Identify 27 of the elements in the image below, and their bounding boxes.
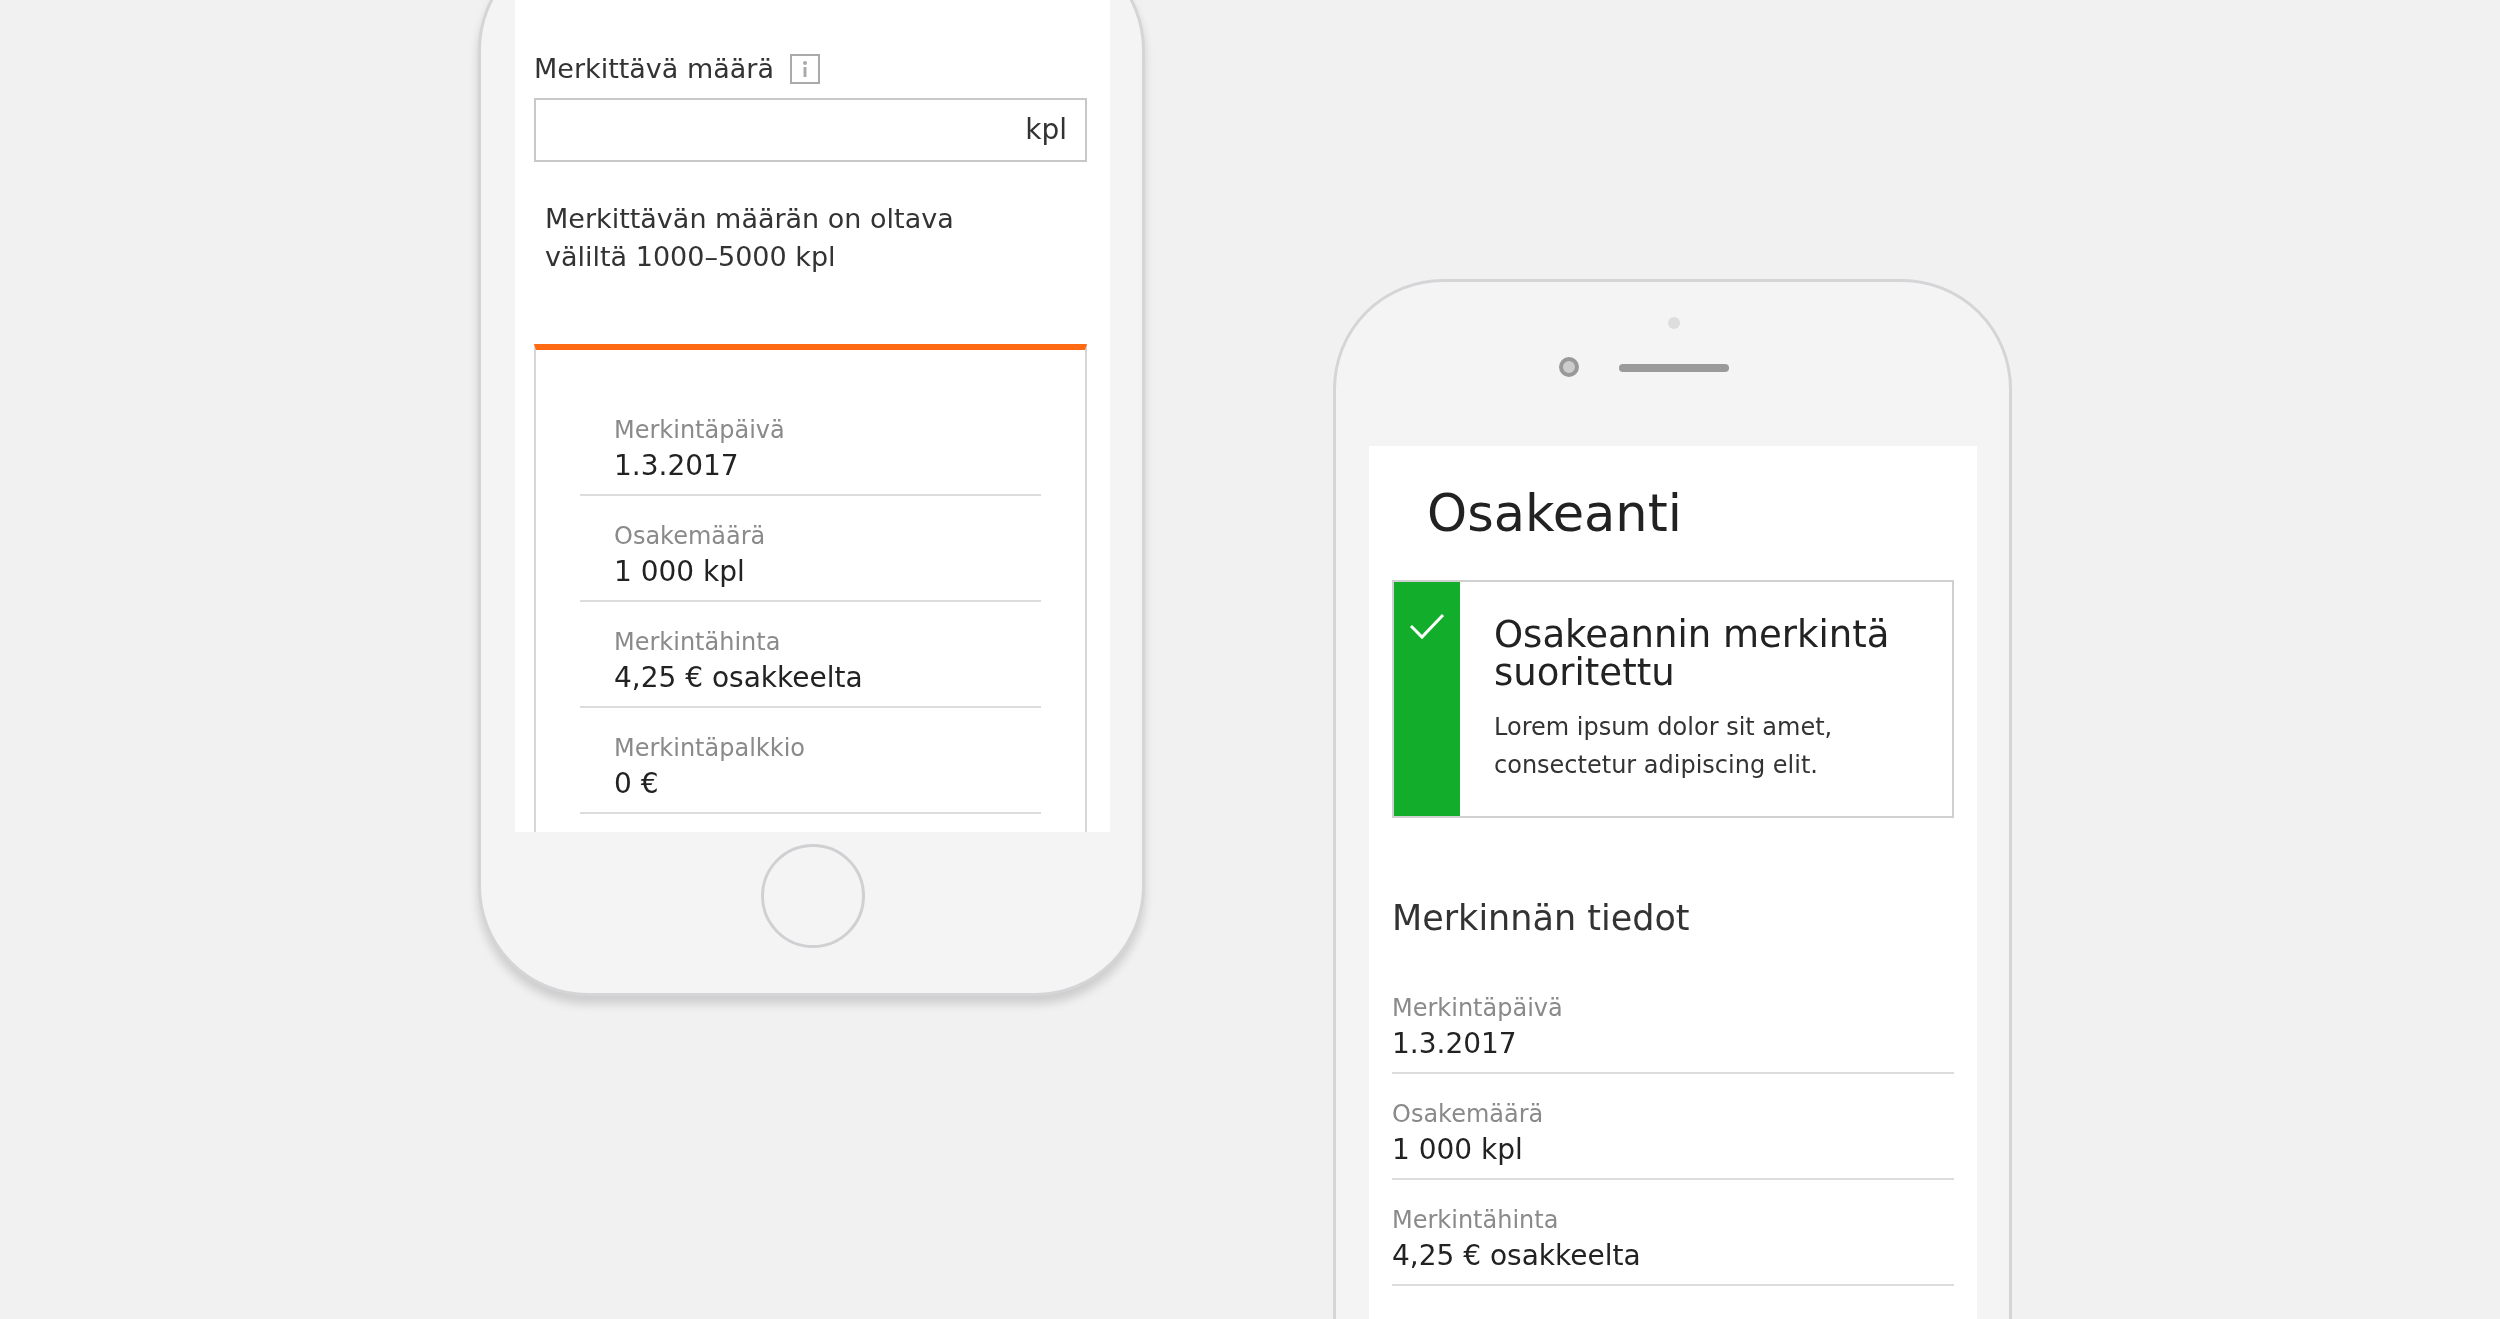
- detail-label: Osakemäärä: [1392, 1100, 1545, 1128]
- info-icon[interactable]: [790, 54, 820, 84]
- detail-label: Merkintäpalkkio: [613, 734, 806, 762]
- detail-value: 4,25 € osakkeelta: [613, 660, 864, 696]
- detail-value: 1 000 kpl: [613, 554, 746, 590]
- notice-title: Osakeannin merkintä suoritettu: [1494, 616, 1891, 692]
- section-title: Merkinnän tiedot: [1392, 898, 1691, 938]
- unit-label: kpl: [1025, 112, 1067, 148]
- field-label: Merkittävä määrä: [534, 54, 774, 84]
- sensor-icon: [1668, 317, 1680, 329]
- speaker-icon: [1619, 364, 1729, 372]
- detail-value: 4,25 € osakkeelta: [1392, 1238, 1642, 1274]
- notice-text: Lorem ipsum dolor sit amet, consectetur adipiscing elit.: [1494, 712, 1834, 781]
- detail-label: Osakemäärä: [613, 522, 767, 550]
- detail-label: Merkintäpäivä: [613, 416, 786, 444]
- check-icon: [1409, 612, 1445, 640]
- input-field[interactable]: kpl: [534, 98, 1087, 162]
- detail-value: 1 000 kpl: [1392, 1132, 1524, 1168]
- helper-text: Merkittävän määrän on oltava väliltä 1000–5000 kpl: [545, 202, 955, 274]
- detail-label: Merkintäpäivä: [1392, 994, 1564, 1022]
- detail-label: Merkintähinta: [1392, 1206, 1560, 1234]
- camera-icon: [1559, 357, 1579, 377]
- detail-value: 1.3.2017: [613, 448, 740, 484]
- detail-value: 0 €: [613, 766, 660, 802]
- page-title: Osakeanti: [1426, 483, 1683, 542]
- detail-label: Merkintähinta: [613, 628, 782, 656]
- detail-value: 1.3.2017: [1392, 1026, 1518, 1062]
